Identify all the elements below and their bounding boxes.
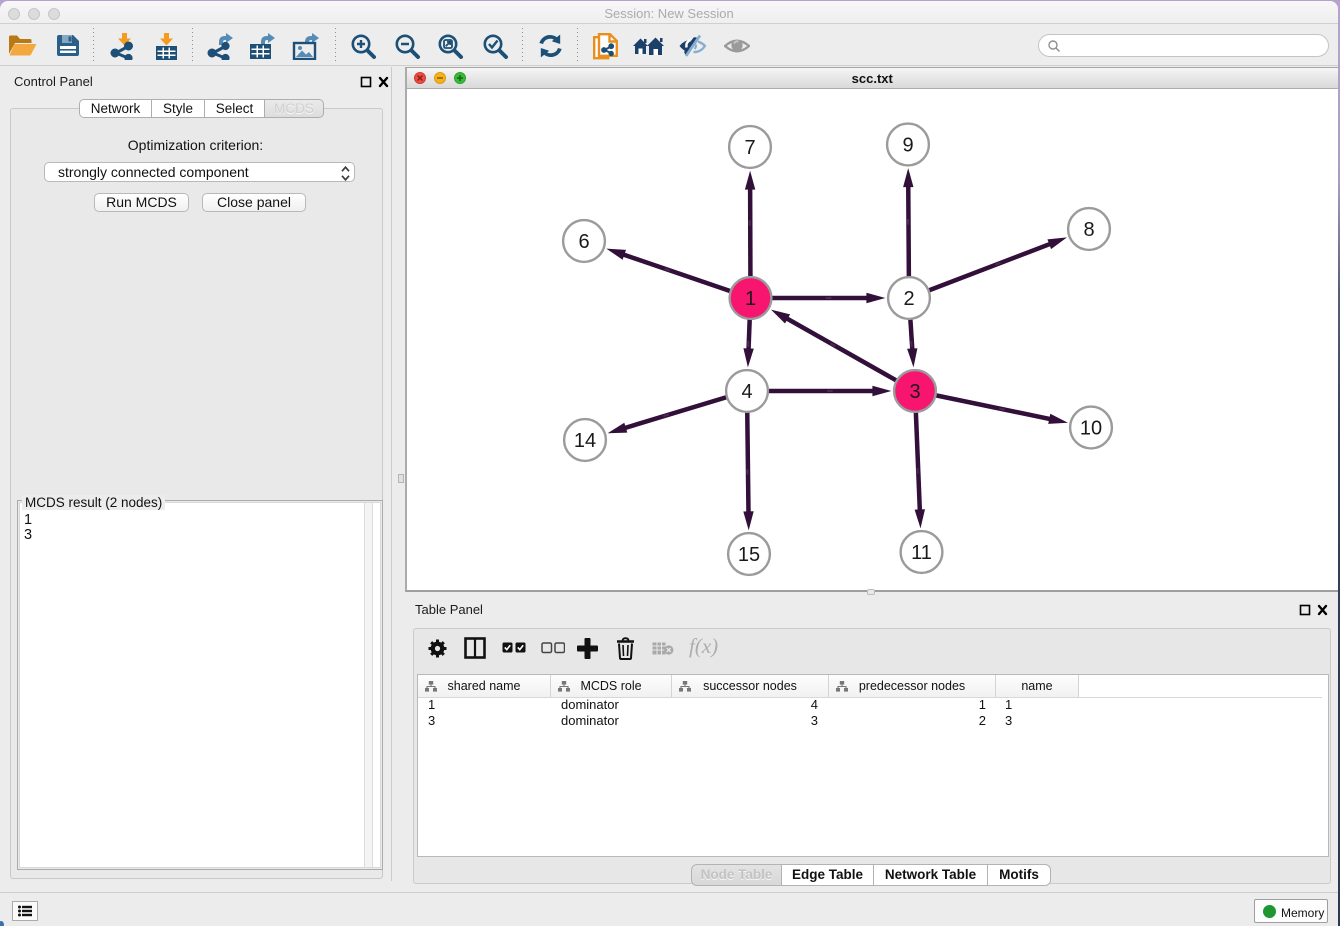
svg-text:10: 10: [1080, 418, 1102, 440]
svg-text:11: 11: [911, 542, 932, 564]
svg-text:6: 6: [578, 231, 589, 253]
svg-text:7: 7: [744, 137, 755, 159]
svg-text:9: 9: [902, 135, 913, 157]
svg-text:4: 4: [741, 381, 752, 403]
svg-text:3: 3: [909, 381, 920, 403]
svg-text:15: 15: [738, 544, 760, 566]
svg-text:8: 8: [1083, 219, 1094, 241]
svg-text:14: 14: [574, 430, 596, 452]
svg-text:2: 2: [903, 288, 914, 310]
svg-text:1: 1: [745, 288, 756, 310]
